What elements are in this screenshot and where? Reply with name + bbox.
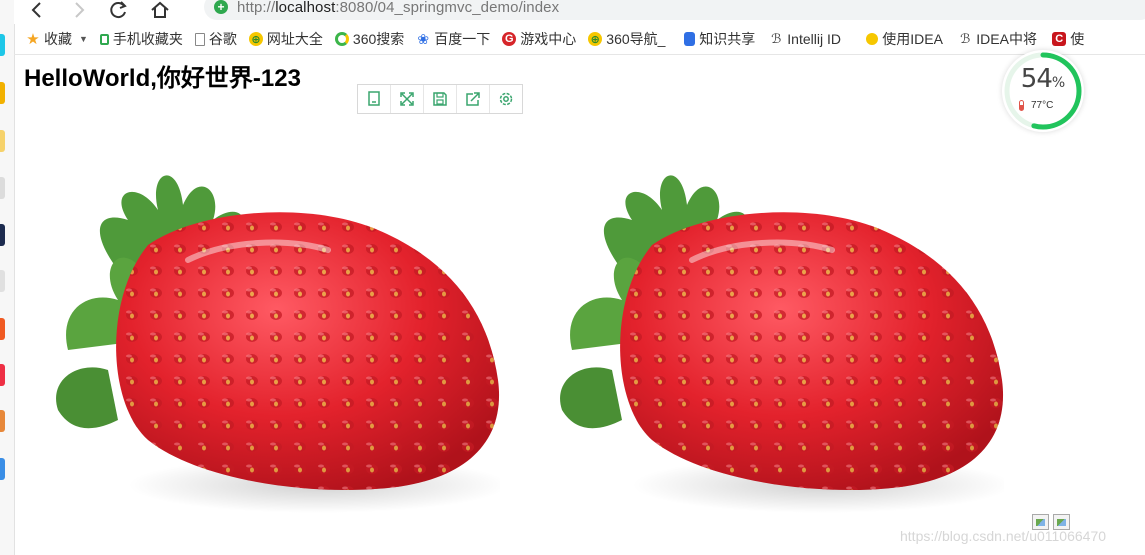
- page-title: HelloWorld,你好世界-123: [24, 65, 301, 92]
- bookmark-item[interactable]: 手机收藏夹: [99, 29, 183, 49]
- back-button[interactable]: [24, 0, 50, 20]
- book-icon: [684, 32, 696, 46]
- page-icon: [194, 32, 205, 46]
- idea-icon: ℬ: [960, 31, 971, 46]
- idea-icon: ℬ: [771, 31, 782, 46]
- 360-search-icon: [334, 32, 349, 46]
- thermometer-icon: [1019, 100, 1024, 111]
- back-arrow-icon: [31, 2, 41, 18]
- bookmark-item[interactable]: C 使: [1052, 29, 1084, 49]
- dock-app-icon[interactable]: [0, 270, 5, 292]
- bookmark-favorites[interactable]: ★ 收藏 ▼: [26, 29, 88, 49]
- browser-nav-bar: + http://localhost:8080/04_springmvc_dem…: [14, 0, 1145, 24]
- phone-icon: [99, 33, 109, 45]
- dock-app-icon[interactable]: [0, 130, 5, 152]
- fullscreen-icon: [400, 92, 414, 106]
- home-button[interactable]: [147, 0, 173, 20]
- bookmark-label: 使: [1070, 31, 1085, 47]
- strawberry-image: [48, 150, 500, 530]
- bookmark-item[interactable]: ❀ 百度一下: [416, 29, 490, 49]
- save-icon: [433, 92, 447, 106]
- bookmark-label: 知识共享: [699, 31, 756, 47]
- bookmark-label: 收藏: [44, 31, 72, 47]
- url-prefix: http://: [237, 0, 276, 16]
- chevron-down-icon[interactable]: ▼: [79, 34, 88, 44]
- share-button[interactable]: [457, 85, 490, 113]
- dock-app-icon[interactable]: [0, 177, 5, 199]
- settings-button[interactable]: [490, 85, 522, 113]
- secure-site-icon: +: [214, 0, 228, 14]
- bookmark-item[interactable]: 知识共享: [684, 29, 757, 49]
- bookmark-label: 手机收藏夹: [112, 31, 183, 47]
- bookmark-label: 网址大全: [266, 31, 323, 47]
- game-center-icon: G: [502, 32, 517, 46]
- dock-app-icon[interactable]: [0, 318, 5, 340]
- bookmark-label: 360搜索: [352, 31, 405, 47]
- fullscreen-button[interactable]: [391, 85, 424, 113]
- cpu-usage-widget[interactable]: 54% 77°C: [1002, 50, 1084, 132]
- percent-sign: %: [1051, 75, 1066, 91]
- copy-button[interactable]: [358, 85, 391, 113]
- bookmark-label: 360导航_: [606, 31, 666, 47]
- bookmarks-bar: ★ 收藏 ▼ 手机收藏夹 谷歌 ⊕ 网址大全 360搜索 ❀ 百度一下 G 游戏…: [14, 24, 1145, 55]
- address-bar[interactable]: + http://localhost:8080/04_springmvc_dem…: [204, 0, 1145, 20]
- 360-nav-icon: ⊕: [248, 32, 263, 46]
- bookmark-item[interactable]: 使用IDEA: [866, 29, 946, 49]
- bookmark-item[interactable]: ⊕ 网址大全: [248, 29, 323, 49]
- baidu-paw-icon: ❀: [417, 30, 430, 47]
- 360-nav-icon: ⊕: [588, 32, 603, 46]
- bookmark-label: 使用IDEA: [882, 31, 943, 47]
- bookmark-item[interactable]: ℬ IDEA中将: [958, 29, 1040, 49]
- bookmark-label: 游戏中心: [520, 31, 577, 47]
- csdn-icon: C: [1052, 32, 1067, 46]
- side-dock: [0, 0, 15, 555]
- dock-app-icon[interactable]: [0, 224, 5, 246]
- share-icon: [466, 92, 480, 106]
- temperature-readout: 77°C: [1019, 100, 1053, 111]
- dock-app-icon[interactable]: [0, 34, 5, 56]
- temperature-value: 77°C: [1031, 100, 1054, 111]
- bookmark-label: IDEA中将: [976, 31, 1037, 47]
- bookmark-label: 百度一下: [434, 31, 491, 47]
- save-button[interactable]: [424, 85, 457, 113]
- image-toolbar: [357, 84, 523, 114]
- watermark: https://blog.csdn.net/u011066470: [900, 528, 1107, 544]
- forward-arrow-icon: [75, 2, 85, 18]
- forward-button[interactable]: [66, 0, 92, 20]
- sun-icon: [866, 33, 879, 45]
- dock-app-icon[interactable]: [0, 458, 5, 480]
- bookmark-item[interactable]: 谷歌: [194, 29, 237, 49]
- url-path: :8080/04_springmvc_demo/index: [335, 0, 560, 16]
- reload-button[interactable]: [106, 0, 132, 20]
- bookmark-item[interactable]: ⊕ 360导航_: [588, 29, 672, 49]
- cpu-percent: 54%: [1002, 64, 1084, 94]
- dock-app-icon[interactable]: [0, 82, 5, 104]
- star-icon: ★: [26, 31, 40, 48]
- dock-app-icon[interactable]: [0, 364, 5, 386]
- cpu-percent-value: 54: [1020, 64, 1053, 94]
- address-url: http://localhost:8080/04_springmvc_demo/…: [237, 0, 559, 16]
- bookmark-label: 谷歌: [208, 31, 237, 47]
- home-icon: [151, 1, 169, 18]
- settings-icon: [499, 92, 513, 106]
- url-host: localhost: [275, 0, 336, 16]
- bookmark-item[interactable]: 360搜索: [334, 29, 405, 49]
- reload-icon: [110, 1, 127, 19]
- dock-app-icon[interactable]: [0, 410, 5, 432]
- bookmark-item[interactable]: G 游戏中心: [502, 29, 576, 49]
- bookmark-label: Intellij ID: [787, 31, 841, 47]
- copy-icon: [368, 91, 380, 106]
- strawberry-image: [552, 150, 1004, 530]
- bookmark-item[interactable]: ℬ Intellij ID: [769, 31, 854, 47]
